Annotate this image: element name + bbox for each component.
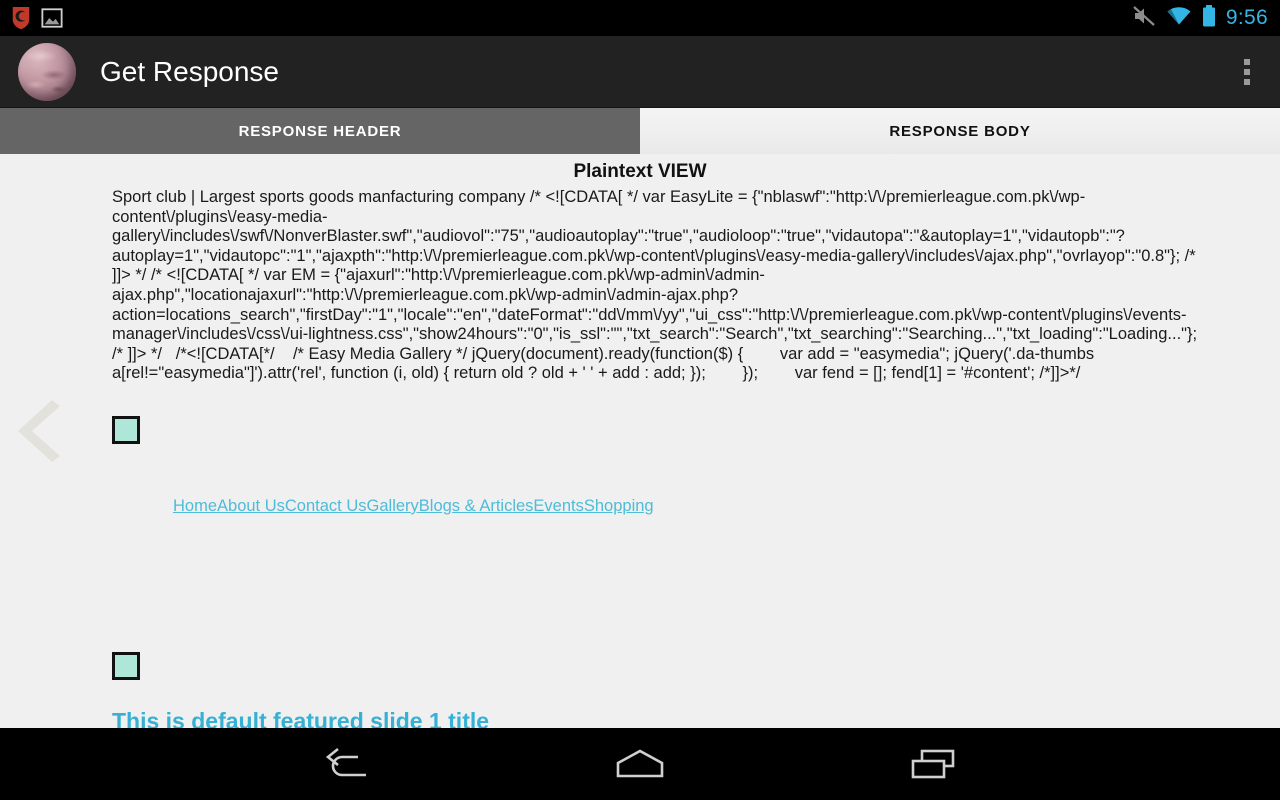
app-avatar-icon[interactable] <box>18 42 76 101</box>
overflow-dot-1 <box>1244 58 1250 65</box>
status-bar-notifications <box>10 6 63 30</box>
system-navigation-bar <box>0 728 1280 800</box>
response-body-content[interactable]: Plaintext VIEW Sport club | Largest spor… <box>0 154 1280 728</box>
nav-link-contact-us[interactable]: Contact Us <box>285 497 367 515</box>
nav-link-gallery[interactable]: Gallery <box>367 497 419 515</box>
android-screen: 9:56 Get Response RESPONSE HEADER RESPON… <box>0 0 1280 800</box>
tab-strip: RESPONSE HEADER RESPONSE BODY <box>0 108 1280 154</box>
recents-button[interactable] <box>888 734 978 794</box>
recents-icon <box>912 749 955 779</box>
overflow-dot-2 <box>1244 68 1250 75</box>
raw-response-text: Sport club | Largest sports goods manfac… <box>112 188 1202 383</box>
nav-link-about-us[interactable]: About Us <box>217 497 285 515</box>
home-button[interactable] <box>595 734 685 794</box>
plaintext-view-title: Plaintext VIEW <box>573 161 707 182</box>
mute-icon <box>1132 5 1156 32</box>
nav-link-blogs-articles[interactable]: Blogs & Articles <box>419 497 534 515</box>
screenshot-notification-icon <box>41 7 63 29</box>
status-bar-system-icons: 9:56 <box>1132 4 1268 32</box>
back-icon <box>325 747 366 777</box>
page-title: Get Response <box>100 55 279 87</box>
battery-icon <box>1202 4 1216 32</box>
back-button[interactable] <box>302 734 392 794</box>
status-bar-clock: 9:56 <box>1225 6 1268 29</box>
status-bar: 9:56 <box>0 0 1280 36</box>
action-bar: Get Response <box>0 36 1280 108</box>
nav-link-home[interactable]: Home <box>173 497 217 515</box>
nav-link-events[interactable]: Events <box>533 497 583 515</box>
tab-response-header[interactable]: RESPONSE HEADER <box>0 108 640 154</box>
nav-link-shopping[interactable]: Shopping <box>584 497 654 515</box>
overflow-menu-icon[interactable] <box>1220 40 1274 104</box>
app-notification-icon <box>10 6 32 30</box>
tab-response-body[interactable]: RESPONSE BODY <box>640 108 1280 154</box>
featured-slide-title-link[interactable]: This is default featured slide 1 title <box>112 708 489 728</box>
overflow-dot-3 <box>1244 78 1250 85</box>
site-nav-links: HomeAbout UsContact UsGalleryBlogs & Art… <box>173 496 1240 516</box>
rendered-page: Sport club | Largest sports goods manfac… <box>0 188 1280 728</box>
wifi-icon <box>1166 5 1192 32</box>
home-icon <box>616 749 664 778</box>
broken-image-placeholder <box>112 415 140 444</box>
broken-image-placeholder <box>112 651 140 680</box>
